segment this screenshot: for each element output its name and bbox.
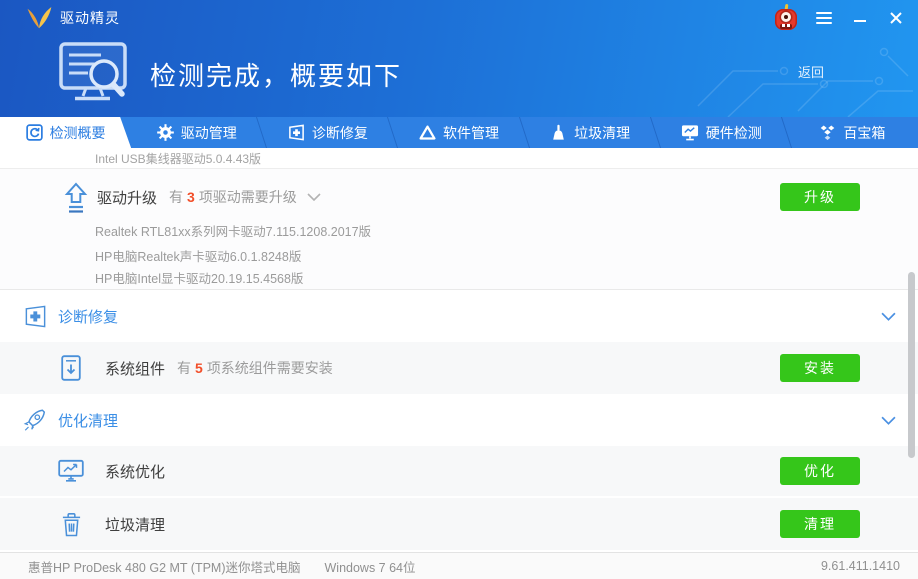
tab-junk-clean[interactable]: 垃圾清理: [525, 117, 656, 148]
driver-item: HP电脑Realtek声卡驱动6.0.1.8248版: [95, 250, 302, 264]
tab-toolbox[interactable]: 百宝箱: [787, 117, 918, 148]
computer-model: 惠普HP ProDesk 480 G2 MT (TPM)迷你塔式电脑: [28, 560, 301, 575]
monitor-chart-icon: [58, 459, 84, 483]
driver-upgrade-section: 驱动升级 有 3 项驱动需要升级 升级 Realtek RTL81xx系列网卡驱动7…: [0, 169, 918, 290]
tab-detection-summary[interactable]: 检测概要: [0, 117, 131, 148]
junk-clean-row: 垃圾清理 清理: [0, 498, 918, 550]
tab-label: 垃圾清理: [574, 124, 631, 141]
tab-diagnose-repair[interactable]: 诊断修复: [262, 117, 393, 148]
driver-item-label: Intel USB集线器驱动5.0.4.43版: [95, 151, 262, 166]
tab-bar: 检测概要 驱动管理 诊断修复 软件管理 垃圾清理 硬件检测 百宝箱: [0, 117, 918, 148]
chevron-down-icon[interactable]: [881, 416, 896, 425]
system-component-title: 系统组件: [105, 360, 166, 378]
system-component-summary: 有 5 项系统组件需要安装: [177, 358, 333, 378]
download-box-icon: [58, 355, 84, 381]
driver-upgrade-summary: 有 3 项驱动需要升级: [169, 187, 297, 207]
tab-label: 检测概要: [49, 124, 106, 141]
driver-item: HP电脑Intel显卡驱动20.19.15.4568版: [95, 272, 304, 286]
toolbox-icon: [819, 124, 836, 141]
content-area: Intel USB集线器驱动5.0.4.43版 驱动升级 有 3 项驱动需要升级 升…: [0, 148, 918, 552]
chevron-down-icon[interactable]: [881, 312, 896, 321]
junk-clean-title: 垃圾清理: [105, 516, 166, 534]
diagnose-section-title: 诊断修复: [58, 308, 119, 326]
optimize-section-title: 优化清理: [58, 412, 119, 430]
os-version: Windows 7 64位: [324, 560, 416, 575]
hardware-monitor-icon: [681, 124, 699, 141]
summary-prefix: 有: [169, 189, 184, 205]
top-banner: 驱动精灵 检测完成，概要如下 返回: [0, 0, 918, 117]
summary-prefix: 有: [177, 360, 192, 376]
close-icon[interactable]: [886, 8, 906, 28]
tab-label: 驱动管理: [180, 124, 237, 141]
system-optimize-row: 系统优化 优化: [0, 446, 918, 496]
scrollbar-thumb[interactable]: [908, 272, 915, 458]
tab-label: 诊断修复: [311, 124, 368, 141]
upgrade-button[interactable]: 升级: [780, 183, 860, 211]
gear-icon: [156, 124, 174, 141]
component-count: 5: [195, 360, 203, 376]
repair-cross-icon: [22, 304, 48, 329]
trash-icon: [58, 512, 84, 537]
driver-upgrade-headline: 驱动升级 有 3 项驱动需要升级: [97, 169, 321, 225]
optimize-button[interactable]: 优化: [780, 457, 860, 485]
broom-icon: [550, 124, 567, 141]
repair-cross-icon: [288, 124, 305, 141]
tab-label: 硬件检测: [705, 124, 762, 141]
upload-arrow-icon: [64, 182, 88, 218]
page-title: 检测完成，概要如下: [150, 61, 403, 91]
scan-summary-icon: [25, 124, 43, 141]
tab-label: 百宝箱: [843, 124, 886, 141]
software-triangle-icon: [419, 124, 436, 141]
header-banner: 检测完成，概要如下 返回: [0, 36, 918, 117]
status-bar: 惠普HP ProDesk 480 G2 MT (TPM)迷你塔式电脑 Windo…: [0, 552, 918, 579]
app-title: 驱动精灵: [60, 10, 120, 26]
upgrade-count: 3: [187, 189, 195, 205]
system-component-row: 系统组件 有 5 项系统组件需要安装 安装: [0, 342, 918, 394]
back-link[interactable]: 返回: [798, 62, 824, 81]
tab-label: 软件管理: [442, 124, 499, 141]
system-optimize-title: 系统优化: [105, 463, 166, 481]
summary-suffix: 项系统组件需要安装: [206, 360, 333, 376]
summary-suffix: 项驱动需要升级: [198, 189, 297, 205]
diagnose-section-header: 诊断修复: [0, 290, 918, 342]
tab-driver-management[interactable]: 驱动管理: [131, 117, 262, 148]
mascot-icon[interactable]: [774, 3, 798, 32]
scan-monitor-icon: [58, 41, 134, 112]
minimize-icon[interactable]: [850, 8, 870, 28]
titlebar-controls: [774, 3, 906, 32]
driver-upgrade-title: 驱动升级: [97, 189, 158, 207]
tab-hardware-detect[interactable]: 硬件检测: [656, 117, 787, 148]
app-version: 9.61.411.1410: [820, 559, 900, 573]
install-button[interactable]: 安装: [780, 354, 860, 382]
scrolled-driver-item: Intel USB集线器驱动5.0.4.43版: [0, 148, 918, 169]
chevron-down-icon[interactable]: [307, 193, 321, 201]
tab-software-management[interactable]: 软件管理: [393, 117, 524, 148]
clean-button[interactable]: 清理: [780, 510, 860, 538]
hamburger-menu-icon[interactable]: [814, 8, 834, 28]
rocket-icon: [22, 407, 48, 434]
driver-item: Realtek RTL81xx系列网卡驱动7.115.1208.2017版: [95, 225, 372, 239]
optimize-section-header: 优化清理: [0, 394, 918, 446]
app-window: 驱动精灵 检测完成，概要如下 返回 检测概要 驱动管理 诊断修复 软件管理 垃圾…: [0, 0, 918, 579]
app-logo-icon: [24, 6, 54, 31]
titlebar: 驱动精灵: [0, 0, 918, 36]
